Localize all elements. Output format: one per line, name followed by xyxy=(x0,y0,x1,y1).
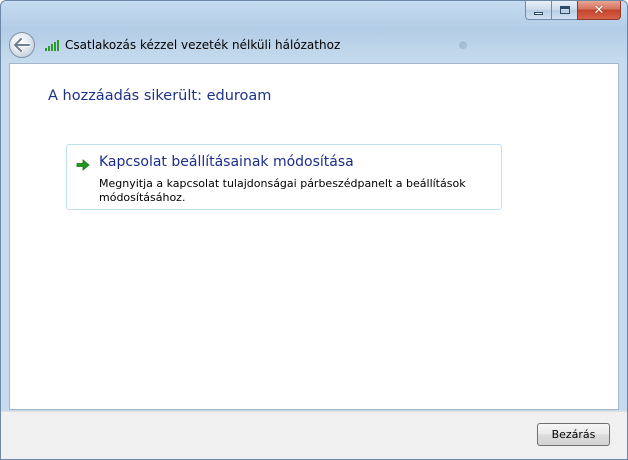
option-description: Megnyitja a kapcsolat tulajdonságai párb… xyxy=(99,177,466,204)
success-heading: A hozzáadás sikerült: eduroam xyxy=(48,88,272,104)
green-arrow-icon xyxy=(76,159,90,171)
background-ghost xyxy=(459,41,467,49)
navigation-bar: Csatlakozás kézzel vezeték nélküli hálóz… xyxy=(1,29,627,63)
close-button[interactable]: Bezárás xyxy=(537,423,610,446)
close-window-button[interactable]: ✕ xyxy=(577,1,621,20)
minimize-icon xyxy=(534,11,543,15)
back-arrow-icon xyxy=(14,38,30,52)
minimize-button[interactable] xyxy=(525,1,551,20)
wireless-signal-icon xyxy=(45,40,59,51)
change-connection-settings-link[interactable]: Kapcsolat beállításainak módosítása Megn… xyxy=(66,144,502,210)
footer-bar: Bezárás xyxy=(1,411,627,459)
back-button[interactable] xyxy=(9,32,35,58)
maximize-icon xyxy=(559,6,570,14)
wizard-window: ✕ Csatlakozás kézzel vezeték nélküli hál… xyxy=(0,0,628,460)
close-icon: ✕ xyxy=(593,2,605,18)
wizard-title: Csatlakozás kézzel vezeték nélküli hálóz… xyxy=(65,38,341,52)
content-panel: A hozzáadás sikerült: eduroam Kapcsolat … xyxy=(9,63,619,410)
option-title: Kapcsolat beállításainak módosítása xyxy=(99,154,354,170)
maximize-button[interactable] xyxy=(551,1,577,20)
caption-buttons: ✕ xyxy=(525,1,621,21)
